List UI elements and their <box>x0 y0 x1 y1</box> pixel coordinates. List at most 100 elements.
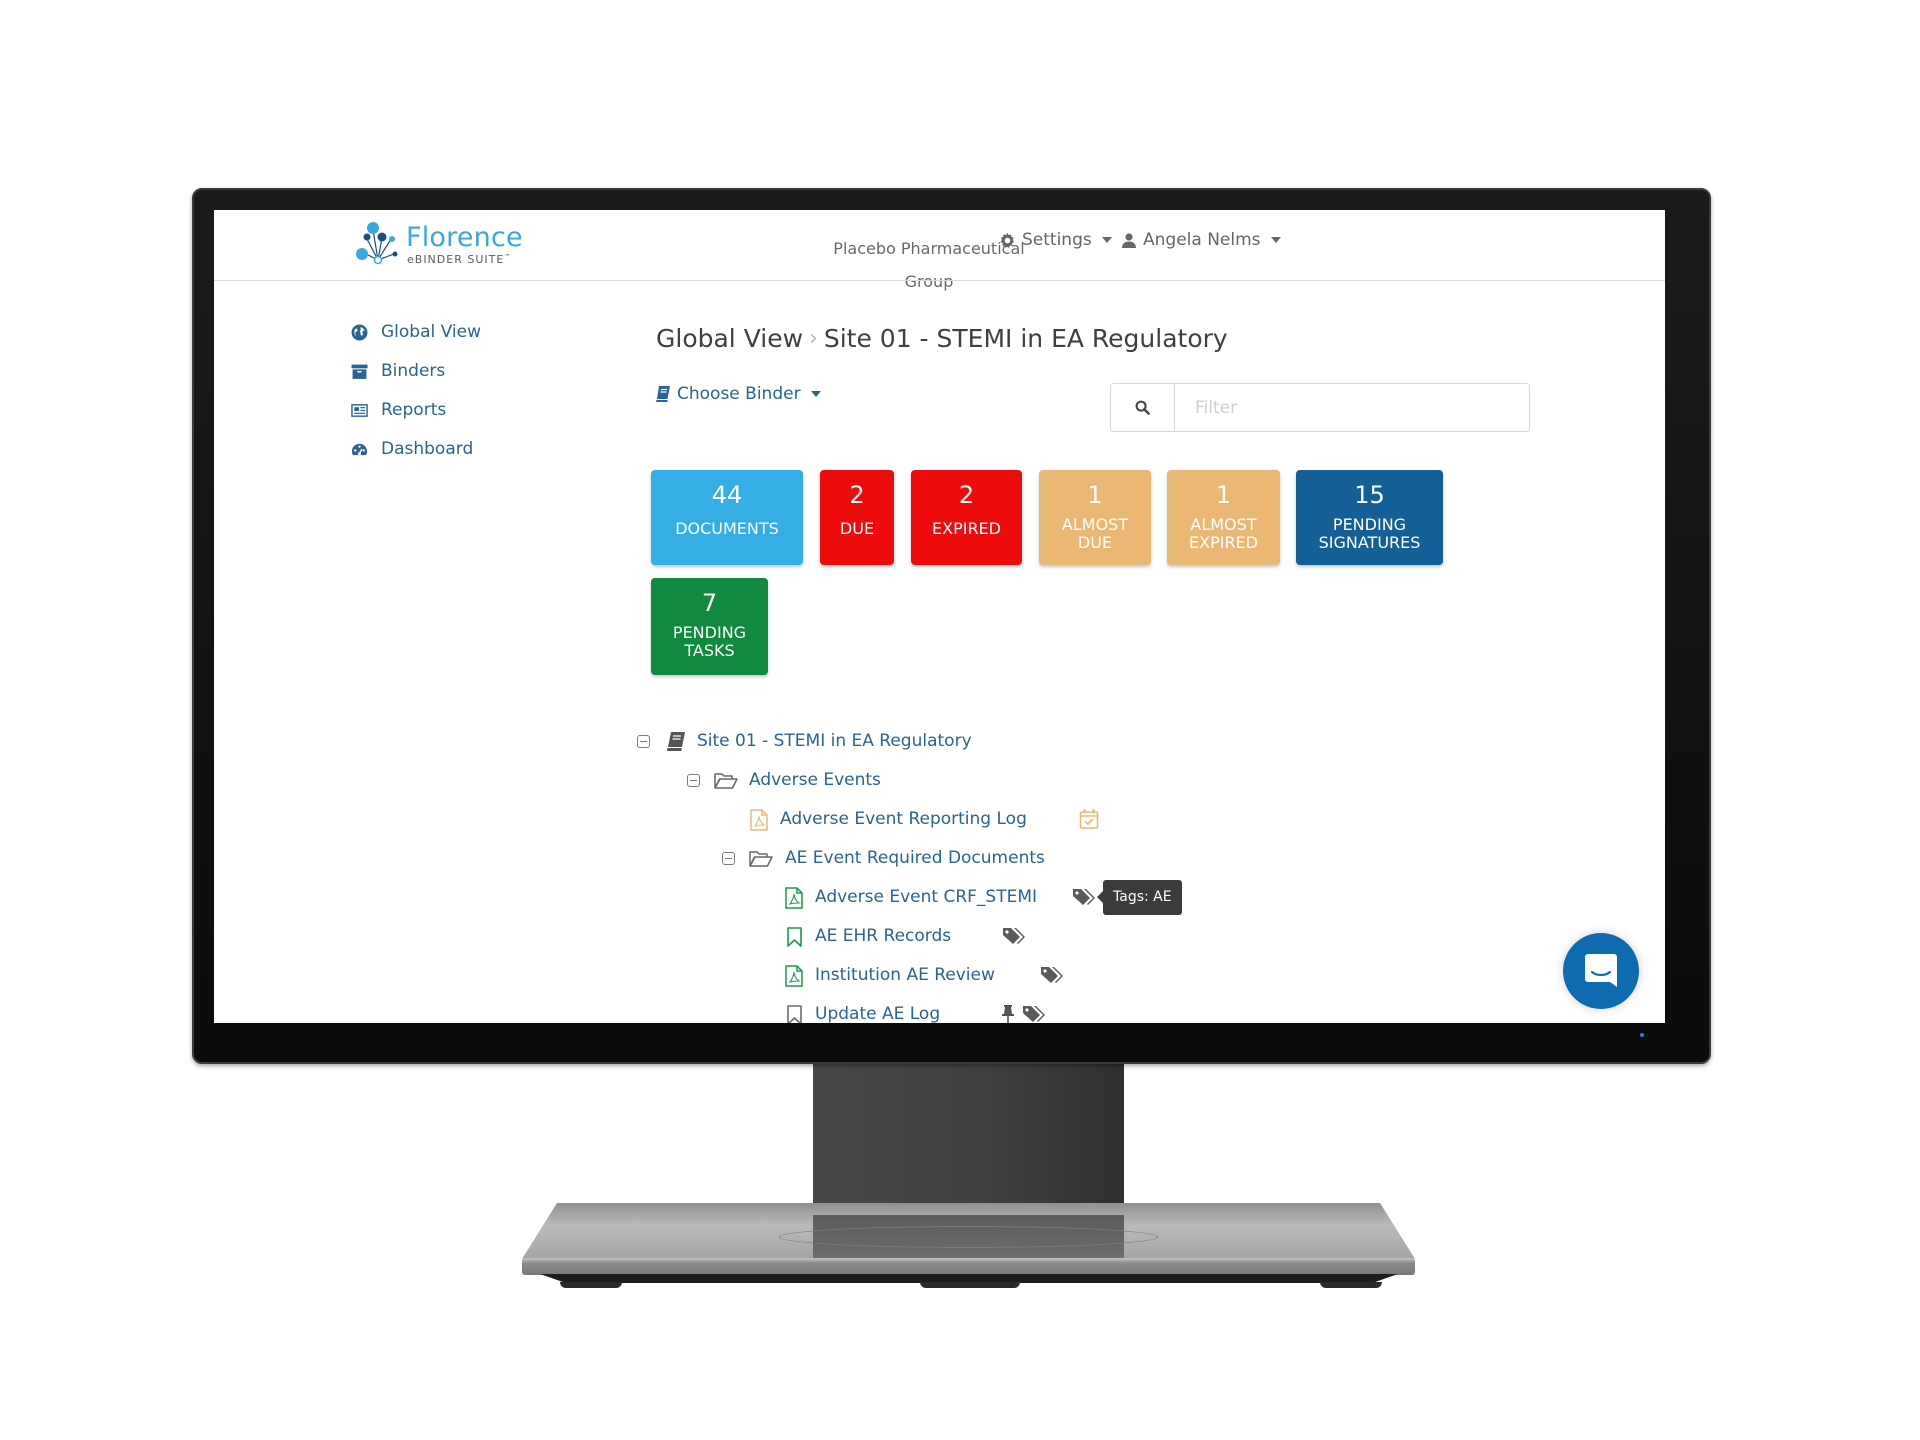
folder-open-icon <box>714 773 738 789</box>
tile-label: ALMOST EXPIRED <box>1189 515 1258 552</box>
tree-folder-row: AE Event Required Documents <box>214 846 1214 872</box>
tile-due[interactable]: 2 DUE <box>820 470 894 565</box>
tree-document-name[interactable]: AE EHR Records <box>815 926 951 946</box>
sidebar-item-label: Dashboard <box>381 439 474 459</box>
monitor-stand-ring <box>779 1226 1158 1248</box>
tags-tooltip: Tags: AE <box>1097 880 1182 915</box>
tile-pending-tasks[interactable]: 7 PENDING TASKS <box>651 578 768 675</box>
sidebar-item-label: Binders <box>381 361 446 381</box>
tile-count: 7 <box>701 589 718 617</box>
tree-document-row: Adverse Event Reporting Log <box>214 807 1214 833</box>
breadcrumb: Global View › Site 01 - STEMI in EA Regu… <box>656 324 1228 353</box>
pdf-file-icon <box>785 965 803 987</box>
user-name: Angela Nelms <box>1143 230 1261 250</box>
monitor-foot <box>1320 1282 1382 1288</box>
tile-label: ALMOST DUE <box>1061 515 1129 552</box>
tile-label: EXPIRED <box>932 519 1001 538</box>
sidebar-item-global-view[interactable]: Global View <box>351 322 481 342</box>
newspaper-icon <box>351 403 368 417</box>
pdf-file-icon <box>785 887 803 909</box>
tree-folder-row: Adverse Events <box>214 768 1214 794</box>
archive-icon <box>351 364 368 379</box>
search-button[interactable] <box>1111 384 1175 431</box>
tile-count: 15 <box>1354 481 1385 509</box>
sidebar-item-label: Global View <box>381 322 481 342</box>
tree-document-name[interactable]: Institution AE Review <box>815 965 995 985</box>
header-divider <box>214 280 1665 281</box>
collapse-toggle[interactable] <box>637 735 650 748</box>
tree-folder-name[interactable]: AE Event Required Documents <box>785 848 1045 868</box>
sidebar-item-dashboard[interactable]: Dashboard <box>351 439 473 459</box>
tile-almost-due[interactable]: 1 ALMOST DUE <box>1039 470 1151 565</box>
settings-label: Settings <box>1022 230 1092 250</box>
monitor-foot <box>920 1282 1020 1288</box>
sidebar-item-binders[interactable]: Binders <box>351 361 445 381</box>
tile-count: 2 <box>958 481 975 509</box>
calendar-check-icon[interactable] <box>1079 808 1099 830</box>
search-icon <box>1135 400 1150 415</box>
tags-icon[interactable] <box>1040 966 1066 986</box>
tile-count: 1 <box>1087 481 1103 509</box>
tree-document-row: AE EHR Records <box>214 924 1214 950</box>
folder-open-icon <box>749 851 773 867</box>
chevron-down-icon <box>1101 237 1112 243</box>
breadcrumb-current: Site 01 - STEMI in EA Regulatory <box>823 324 1228 353</box>
tile-expired[interactable]: 2 EXPIRED <box>911 470 1022 565</box>
globe-icon <box>351 324 368 340</box>
collapse-toggle[interactable] <box>687 774 700 787</box>
tags-icon[interactable] <box>1072 888 1098 908</box>
breadcrumb-separator: › <box>809 326 818 351</box>
pin-icon[interactable] <box>1001 1004 1015 1023</box>
bookmark-icon <box>787 1005 802 1023</box>
gear-icon <box>1000 232 1015 248</box>
filter-input[interactable] <box>1175 384 1529 431</box>
tile-label: PENDING TASKS <box>672 623 747 660</box>
tree-binder-name[interactable]: Site 01 - STEMI in EA Regulatory <box>697 731 972 751</box>
collapse-toggle[interactable] <box>722 852 735 865</box>
chevron-down-icon <box>1270 237 1281 243</box>
user-icon <box>1122 232 1136 248</box>
tile-count: 2 <box>849 481 865 509</box>
bookmark-icon <box>787 927 802 947</box>
app-screen: Florence eBINDER SUITE™ Placebo Pharmace… <box>214 210 1665 1023</box>
settings-menu[interactable]: Settings <box>1000 230 1112 250</box>
tree-document-name[interactable]: Update AE Log <box>815 1004 940 1023</box>
tile-almost-expired[interactable]: 1 ALMOST EXPIRED <box>1167 470 1280 565</box>
tags-icon[interactable] <box>1022 1005 1048 1023</box>
pdf-file-icon <box>750 809 768 831</box>
monitor-stand-base-edge <box>522 1258 1415 1275</box>
tile-label: DUE <box>839 519 875 538</box>
choose-binder-dropdown[interactable]: Choose Binder <box>656 384 821 404</box>
tree-document-row: Adverse Event CRF_STEMI <box>214 885 1214 911</box>
book-icon <box>656 386 670 402</box>
sidebar-item-label: Reports <box>381 400 447 420</box>
tree-document-name[interactable]: Adverse Event Reporting Log <box>780 809 1027 829</box>
filter-field <box>1110 383 1530 432</box>
logo-subtitle: eBINDER SUITE™ <box>407 253 512 266</box>
chevron-down-icon <box>810 391 821 397</box>
tile-label: PENDING SIGNATURES <box>1318 515 1421 552</box>
tile-pending-signatures[interactable]: 15 PENDING SIGNATURES <box>1296 470 1443 565</box>
user-menu[interactable]: Angela Nelms <box>1122 230 1281 250</box>
tile-documents[interactable]: 44 DOCUMENTS <box>651 470 803 565</box>
tile-label: DOCUMENTS <box>675 519 779 538</box>
chat-icon <box>1585 954 1617 987</box>
book-icon <box>667 732 685 751</box>
monitor-foot <box>560 1282 622 1288</box>
power-led <box>1640 1033 1644 1037</box>
tree-document-name[interactable]: Adverse Event CRF_STEMI <box>815 887 1037 907</box>
tile-count: 1 <box>1215 481 1232 509</box>
chat-launcher-button[interactable] <box>1563 933 1639 1009</box>
tree-folder-name[interactable]: Adverse Events <box>749 770 881 790</box>
logo-network-icon <box>356 222 398 265</box>
logo-title: Florence <box>406 222 523 253</box>
florence-logo[interactable]: Florence eBINDER SUITE™ <box>354 218 554 272</box>
tree-document-row: Institution AE Review <box>214 963 1214 989</box>
tags-icon[interactable] <box>1002 927 1028 947</box>
dashboard-icon <box>351 443 368 455</box>
breadcrumb-root[interactable]: Global View <box>656 324 803 353</box>
tree-document-row: Update AE Log <box>214 1002 1214 1023</box>
tile-count: 44 <box>711 481 743 509</box>
sidebar-item-reports[interactable]: Reports <box>351 400 446 420</box>
tree-binder-row: Site 01 - STEMI in EA Regulatory <box>214 729 1214 755</box>
